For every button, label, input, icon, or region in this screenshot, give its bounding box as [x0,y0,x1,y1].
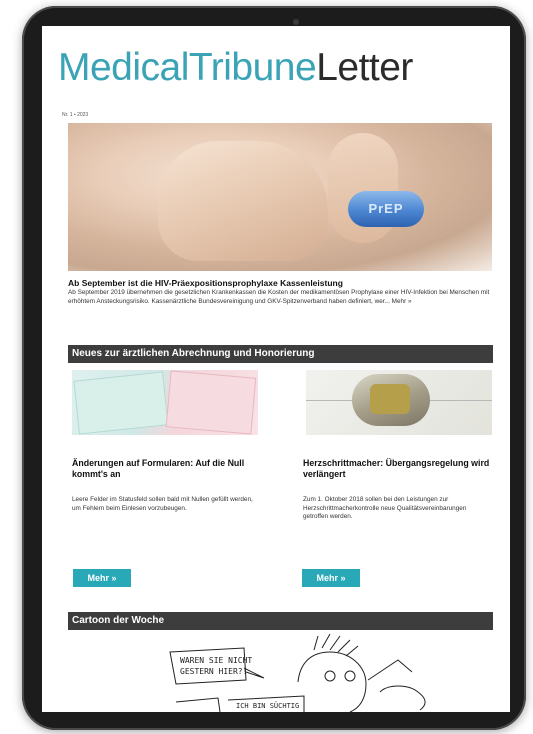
camera-icon [293,19,299,25]
bubble2-text: ICH BIN SÜCHTIG [236,701,299,710]
cartoon-head [297,651,367,712]
newsletter-screen: MedicalTribuneLetter Nr. 1 • 2023 PrEP A… [42,26,510,712]
prep-pill: PrEP [348,191,424,227]
more-button-formulare[interactable]: Mehr » [73,569,131,587]
lead-more-link[interactable]: Mehr » [392,298,412,305]
hero-image[interactable]: PrEP [68,123,492,271]
section-header-abrechnung: Neues zur ärztlichen Abrechnung und Hono… [68,345,493,363]
form-sheet-green [73,371,169,435]
article-text-formulare: Leere Felder im Statusfeld sollen bald m… [72,496,253,512]
article-text-herzschrittmacher: Zum 1. Oktober 2018 sollen bei den Leist… [303,496,467,521]
speech-bubble-2-left [175,697,221,712]
issue-number: Nr. 1 • 2023 [62,112,89,118]
lead-article-text: Ab September 2019 übernehmen die gesetzl… [68,289,496,306]
cartoon-hand [379,685,426,711]
bubble1-line2: GESTERN HIER?! [180,667,247,676]
bubble1-line1: WAREN SIE NICHT [180,656,252,665]
masthead-letter: Letter [316,46,413,89]
speech-bubble-1 [169,647,247,685]
masthead-brand: MedicalTribune [58,46,317,89]
cartoon-illustration[interactable]: WAREN SIE NICHT GESTERN HIER?! ICH BIN S… [68,632,492,712]
masthead-logo: MedicalTribuneLetter [58,46,413,90]
more-button-herzschrittmacher[interactable]: Mehr » [302,569,360,587]
article-image-forms[interactable] [72,370,258,435]
form-sheet-pink [165,370,257,435]
article-title-formulare[interactable]: Änderungen auf Formularen: Auf die Null … [72,458,262,480]
hand-shape [158,141,328,261]
lead-article-title[interactable]: Ab September ist die HIV-Präexpositionsp… [68,278,343,288]
article-title-herzschrittmacher[interactable]: Herzschrittmacher: Übergangsregelung wir… [303,458,493,480]
lead-article-body: Ab September 2019 übernehmen die gesetzl… [68,289,490,305]
section-header-cartoon: Cartoon der Woche [68,612,493,630]
pacemaker-chip [370,384,410,414]
article-image-pacemaker[interactable] [306,370,492,435]
